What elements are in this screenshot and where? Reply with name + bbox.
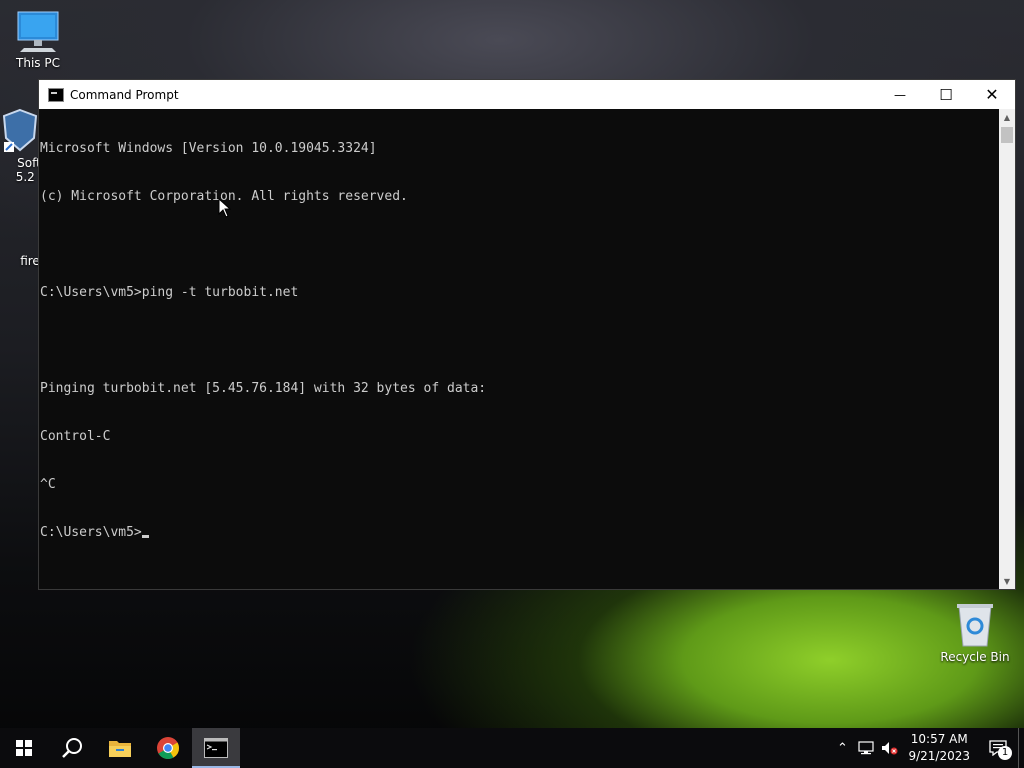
text-cursor <box>141 535 149 538</box>
volume-button[interactable] <box>878 741 902 755</box>
command-prompt-icon <box>204 738 228 758</box>
scroll-thumb[interactable] <box>1001 127 1013 143</box>
title-bar[interactable]: Command Prompt — ☐ ✕ <box>39 80 1015 109</box>
cmd-app-icon <box>48 87 64 102</box>
close-icon: ✕ <box>985 85 999 104</box>
search-button[interactable] <box>48 728 96 768</box>
chrome-icon <box>157 737 179 759</box>
tray-overflow-button[interactable]: ⌃ <box>830 741 854 756</box>
clock-time: 10:57 AM <box>910 732 968 746</box>
chevron-up-icon: ⌃ <box>837 740 848 756</box>
file-explorer-button[interactable] <box>96 728 144 768</box>
prompt-line[interactable]: C:\Users\vm5> <box>40 525 999 541</box>
scroll-up-button[interactable]: ▲ <box>999 109 1015 125</box>
console-line: Microsoft Windows [Version 10.0.19045.33… <box>40 141 377 156</box>
chrome-button[interactable] <box>144 728 192 768</box>
console-line: Control-C <box>40 429 111 444</box>
recycle-bin-desktop-icon[interactable]: Recycle Bin <box>937 600 1013 664</box>
network-status-button[interactable] <box>854 741 878 755</box>
this-pc-label: This PC <box>16 56 60 70</box>
notification-count-badge: 1 <box>998 746 1012 760</box>
clock-date: 9/21/2023 <box>908 749 970 763</box>
this-pc-desktop-icon[interactable]: This PC <box>0 8 76 70</box>
search-icon <box>62 738 82 758</box>
system-tray: ⌃ 10:57 AM 9/21/2023 1 <box>830 728 1024 768</box>
taskbar: ⌃ 10:57 AM 9/21/2023 1 <box>0 728 1024 768</box>
console-line: C:\Users\vm5>ping -t turbobit.net <box>40 285 299 300</box>
action-center-button[interactable]: 1 <box>978 728 1018 768</box>
network-icon <box>858 741 875 755</box>
maximize-button[interactable]: ☐ <box>923 80 969 109</box>
volume-muted-icon <box>882 742 898 755</box>
prompt-text: C:\Users\vm5> <box>40 525 142 540</box>
scroll-down-button[interactable]: ▼ <box>999 573 1015 589</box>
console-line: Pinging turbobit.net [5.45.76.184] with … <box>40 381 487 396</box>
windows-start-icon <box>16 740 32 756</box>
minimize-icon: — <box>894 87 906 102</box>
close-button[interactable]: ✕ <box>969 80 1015 109</box>
recycle-bin-icon <box>955 600 995 648</box>
start-button[interactable] <box>0 728 48 768</box>
mouse-pointer-icon <box>218 198 232 218</box>
vertical-scrollbar[interactable]: ▲ ▼ <box>999 109 1015 589</box>
show-desktop-button[interactable] <box>1018 728 1024 768</box>
command-prompt-window[interactable]: Command Prompt — ☐ ✕ Microsoft Windows [… <box>38 79 1016 590</box>
command-prompt-taskbar-button[interactable] <box>192 728 240 768</box>
recycle-bin-label: Recycle Bin <box>940 650 1010 664</box>
maximize-icon: ☐ <box>939 85 953 104</box>
monitor-icon <box>16 8 60 54</box>
console-output[interactable]: Microsoft Windows [Version 10.0.19045.33… <box>39 109 999 589</box>
clock[interactable]: 10:57 AM 9/21/2023 <box>902 731 978 765</box>
shield-app-icon <box>0 108 40 154</box>
file-explorer-icon <box>109 741 131 757</box>
window-title: Command Prompt <box>70 87 179 102</box>
minimize-button[interactable]: — <box>877 80 923 109</box>
console-line: ^C <box>40 477 56 492</box>
console-line: (c) Microsoft Corporation. All rights re… <box>40 189 408 204</box>
